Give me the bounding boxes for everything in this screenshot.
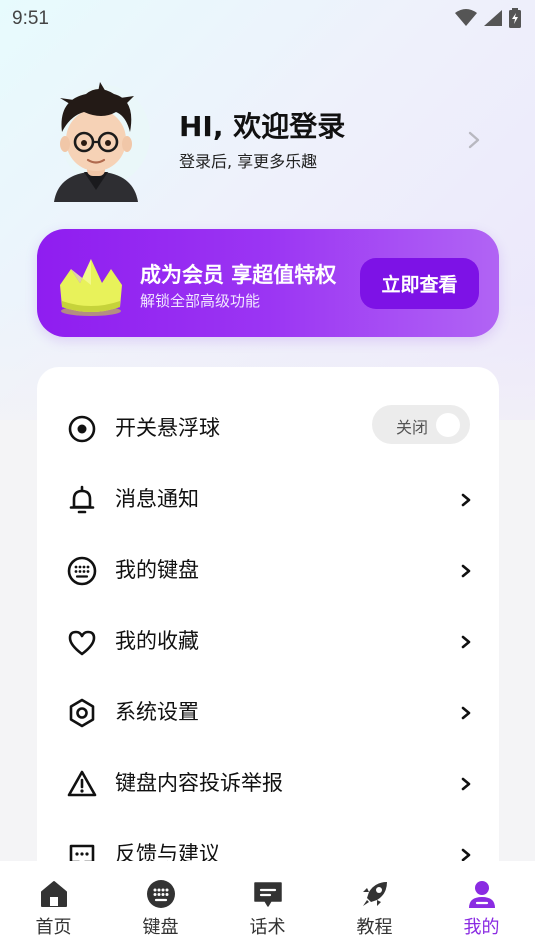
wifi-icon: [455, 9, 477, 26]
bell-icon: [69, 485, 95, 514]
menu-item-favorites[interactable]: 我的收藏: [37, 615, 499, 675]
vip-banner[interactable]: 成为会员 享超值特权 解锁全部高级功能 立即查看: [37, 229, 499, 337]
keyboard-icon: [67, 556, 97, 586]
menu-item-label: 系统设置: [115, 700, 199, 724]
target-icon: [68, 415, 96, 443]
vip-title: 成为会员 享超值特权: [140, 263, 337, 287]
avatar-illustration: [54, 82, 138, 202]
menu-item-notifications[interactable]: 消息通知: [37, 473, 499, 533]
settings-menu: 开关悬浮球 关闭 消息通知 我的键盘 我的收藏 系统设置 键盘内容投诉举报 反馈…: [37, 367, 499, 927]
nav-tab-label: 键盘: [142, 917, 179, 938]
nav-tab-tutorial[interactable]: 教程: [321, 861, 428, 951]
nav-tab-mine[interactable]: 我的: [428, 861, 535, 951]
nav-tab-label: 教程: [356, 917, 393, 938]
chevron-right-icon: [461, 777, 471, 791]
chevron-right-icon: [461, 848, 471, 862]
chevron-right-icon: [461, 635, 471, 649]
keyboard-icon: [147, 880, 175, 908]
nav-tab-label: 我的: [463, 917, 500, 938]
avatar[interactable]: [40, 80, 152, 202]
menu-item-label: 我的收藏: [115, 629, 199, 653]
status-icons: [455, 8, 521, 28]
vip-subtitle: 解锁全部高级功能: [140, 292, 261, 310]
menu-item-my-keyboard[interactable]: 我的键盘: [37, 544, 499, 604]
menu-item-label: 开关悬浮球: [115, 416, 220, 440]
rocket-icon: [363, 882, 387, 906]
battery-icon: [509, 8, 521, 28]
chevron-right-icon[interactable]: [466, 130, 482, 150]
bottom-navigation: 首页 键盘 话术 教程 我的: [0, 861, 535, 951]
menu-item-system-settings[interactable]: 系统设置: [37, 686, 499, 746]
menu-item-label: 消息通知: [115, 487, 199, 511]
nav-tab-scripts[interactable]: 话术: [214, 861, 321, 951]
greeting-subtitle: 登录后, 享更多乐趣: [179, 152, 318, 171]
nav-tab-home[interactable]: 首页: [0, 861, 107, 951]
warning-icon: [67, 770, 97, 797]
home-icon: [41, 881, 67, 907]
chevron-right-icon: [461, 564, 471, 578]
signal-icon: [484, 10, 502, 26]
chevron-right-icon: [461, 493, 471, 507]
crown-icon: [60, 259, 122, 316]
menu-item-label: 我的键盘: [115, 558, 199, 582]
view-now-button[interactable]: 立即查看: [360, 258, 479, 309]
heart-icon: [68, 630, 96, 656]
menu-item-label: 键盘内容投诉举报: [115, 771, 283, 795]
nav-tab-label: 首页: [35, 917, 72, 938]
settings-hexagon-icon: [69, 698, 95, 728]
menu-item-floating-ball[interactable]: 开关悬浮球 关闭: [37, 402, 499, 462]
menu-item-report[interactable]: 键盘内容投诉举报: [37, 757, 499, 817]
profile-header[interactable]: HI, 欢迎登录 登录后, 享更多乐趣: [0, 80, 535, 210]
greeting-title: HI, 欢迎登录: [179, 110, 346, 143]
toggle-knob: [436, 413, 460, 437]
nav-tab-keyboard[interactable]: 键盘: [107, 861, 214, 951]
user-icon: [469, 881, 495, 908]
status-bar: 9:51: [0, 0, 535, 38]
floating-ball-toggle[interactable]: 关闭: [372, 405, 470, 444]
toggle-state-label: 关闭: [396, 418, 429, 437]
nav-tab-label: 话术: [249, 917, 286, 938]
chevron-right-icon: [461, 706, 471, 720]
status-time: 9:51: [12, 8, 49, 29]
chat-icon: [254, 882, 282, 907]
